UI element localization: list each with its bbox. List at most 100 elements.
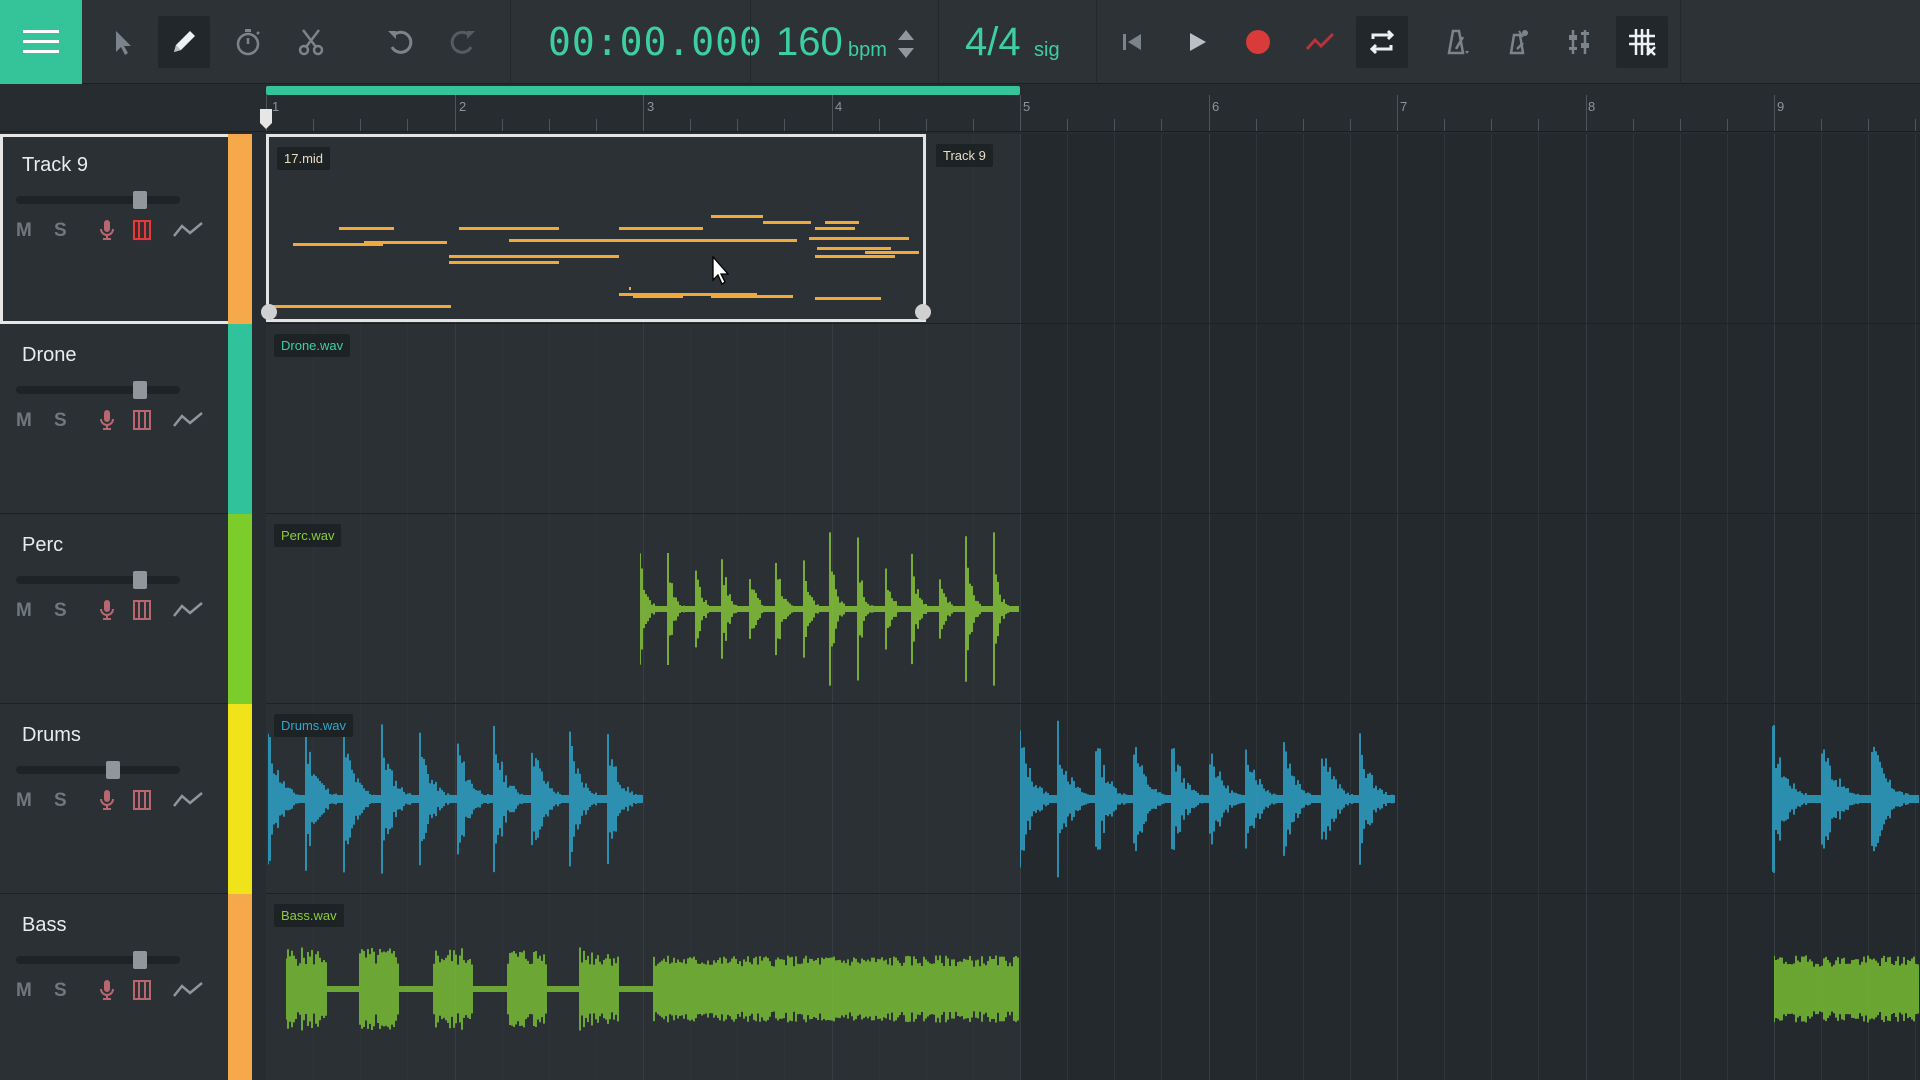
midi-note[interactable] xyxy=(509,239,797,242)
midi-note[interactable] xyxy=(339,227,394,230)
solo-button[interactable]: S xyxy=(54,600,67,622)
volume-slider-handle[interactable] xyxy=(133,571,147,589)
pencil-tool-button[interactable] xyxy=(158,16,210,68)
bpm-stepper-icon[interactable] xyxy=(894,24,918,64)
automation-lane-icon[interactable] xyxy=(172,788,204,812)
mixer-button[interactable] xyxy=(1554,16,1606,68)
midi-note[interactable] xyxy=(619,227,703,230)
volume-slider[interactable] xyxy=(16,951,180,969)
midi-note[interactable] xyxy=(449,261,559,264)
midi-note[interactable] xyxy=(633,295,683,298)
mute-button[interactable]: M xyxy=(16,600,32,622)
redo-button[interactable] xyxy=(437,16,489,68)
track-name[interactable]: Perc xyxy=(22,534,63,557)
automation-lane-icon[interactable] xyxy=(172,408,204,432)
automation-lane-icon[interactable] xyxy=(172,978,204,1002)
play-button[interactable] xyxy=(1170,16,1222,68)
clip-resize-handle[interactable] xyxy=(261,304,277,320)
volume-slider-handle[interactable] xyxy=(133,191,147,209)
record-arm-icon[interactable] xyxy=(96,408,118,432)
pointer-tool-button[interactable] xyxy=(96,16,148,68)
clip-label[interactable]: Bass.wav xyxy=(274,904,344,927)
track-lane[interactable]: Drums.wav xyxy=(266,704,1920,894)
track-name[interactable]: Drums xyxy=(22,724,81,747)
skip-back-button[interactable] xyxy=(1106,16,1158,68)
midi-note[interactable] xyxy=(763,221,811,224)
midi-note[interactable] xyxy=(809,237,909,240)
track-name[interactable]: Drone xyxy=(22,344,76,367)
playhead-marker[interactable] xyxy=(259,108,273,130)
midi-note[interactable] xyxy=(817,247,891,250)
midi-note[interactable] xyxy=(815,255,895,258)
track-header[interactable]: Perc M S xyxy=(0,514,252,704)
mute-button[interactable]: M xyxy=(16,220,32,242)
midi-note[interactable] xyxy=(449,255,619,258)
solo-button[interactable]: S xyxy=(54,790,67,812)
midi-note[interactable] xyxy=(629,287,631,290)
solo-button[interactable]: S xyxy=(54,980,67,1002)
automation-lane-icon[interactable] xyxy=(172,598,204,622)
piano-keys-icon[interactable] xyxy=(132,409,152,431)
snap-grid-button[interactable] xyxy=(1616,16,1668,68)
track-lane[interactable]: Drone.wav xyxy=(266,324,1920,514)
midi-clip[interactable]: 17.mid xyxy=(261,134,931,322)
loop-button[interactable] xyxy=(1356,16,1408,68)
piano-keys-icon[interactable] xyxy=(132,789,152,811)
volume-slider-handle[interactable] xyxy=(106,761,120,779)
track-name[interactable]: Track 9 xyxy=(22,154,88,177)
clip-label[interactable]: Drums.wav xyxy=(274,714,354,737)
mute-button[interactable]: M xyxy=(16,980,32,1002)
metronome-button[interactable] xyxy=(1430,16,1482,68)
clip-label[interactable]: Perc.wav xyxy=(274,524,342,547)
piano-keys-icon[interactable] xyxy=(132,219,152,241)
record-arm-icon[interactable] xyxy=(96,218,118,242)
automation-record-button[interactable] xyxy=(1294,16,1346,68)
mute-button[interactable]: M xyxy=(16,410,32,432)
midi-note[interactable] xyxy=(273,305,451,308)
volume-slider[interactable] xyxy=(16,761,180,779)
automation-lane-icon[interactable] xyxy=(172,218,204,242)
clip-label[interactable]: Drone.wav xyxy=(274,334,351,357)
menu-button[interactable] xyxy=(0,0,82,84)
time-display[interactable]: 00:00.000 xyxy=(548,20,763,64)
midi-note[interactable] xyxy=(293,243,383,246)
volume-slider[interactable] xyxy=(16,571,180,589)
scissors-tool-button[interactable] xyxy=(285,16,337,68)
piano-keys-icon[interactable] xyxy=(132,599,152,621)
track-lane[interactable]: Bass.wav xyxy=(266,894,1920,1080)
record-arm-icon[interactable] xyxy=(96,788,118,812)
volume-slider-handle[interactable] xyxy=(133,951,147,969)
volume-slider[interactable] xyxy=(16,191,180,209)
mute-button[interactable]: M xyxy=(16,790,32,812)
count-in-button[interactable] xyxy=(1492,16,1544,68)
midi-note[interactable] xyxy=(711,215,763,218)
bpm-value[interactable]: 160 xyxy=(776,20,843,65)
midi-note[interactable] xyxy=(865,251,919,254)
volume-slider-handle[interactable] xyxy=(133,381,147,399)
time-signature-value[interactable]: 4/4 xyxy=(965,20,1021,65)
stopwatch-tool-button[interactable] xyxy=(222,16,274,68)
midi-note[interactable] xyxy=(825,221,859,224)
midi-note[interactable] xyxy=(711,295,793,298)
track-header[interactable]: Bass M S xyxy=(0,894,252,1080)
clip-resize-handle[interactable] xyxy=(915,304,931,320)
track-lane[interactable]: Perc.wav xyxy=(266,514,1920,704)
record-arm-icon[interactable] xyxy=(96,598,118,622)
midi-note[interactable] xyxy=(459,227,559,230)
record-button[interactable] xyxy=(1232,16,1284,68)
clip-label[interactable]: Track 9 xyxy=(936,144,993,167)
track-name[interactable]: Bass xyxy=(22,914,66,937)
solo-button[interactable]: S xyxy=(54,410,67,432)
track-header[interactable]: Track 9 M S xyxy=(0,134,252,324)
midi-note[interactable] xyxy=(815,227,855,230)
track-header[interactable]: Drums M S xyxy=(0,704,252,894)
timeline-ruler[interactable]: 1 2 3 4 5 6 7 8 9 xyxy=(266,86,1920,132)
track-lane[interactable]: 17.mid Track 9 xyxy=(261,134,1920,324)
solo-button[interactable]: S xyxy=(54,220,67,242)
volume-slider[interactable] xyxy=(16,381,180,399)
loop-region[interactable] xyxy=(266,86,1020,95)
midi-note[interactable] xyxy=(815,297,881,300)
record-arm-icon[interactable] xyxy=(96,978,118,1002)
undo-button[interactable] xyxy=(374,16,426,68)
piano-keys-icon[interactable] xyxy=(132,979,152,1001)
